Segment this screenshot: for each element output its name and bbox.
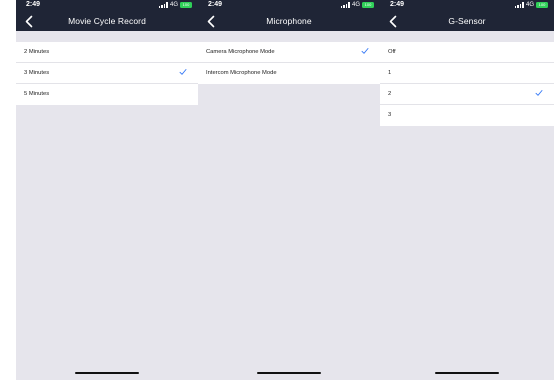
option-label: 5 Minutes bbox=[24, 91, 50, 97]
home-indicator bbox=[75, 372, 139, 374]
network-type: 4G bbox=[169, 2, 178, 8]
page-title: G-Sensor bbox=[448, 16, 486, 26]
options-list: 2 Minutes 3 Minutes 5 Minutes bbox=[16, 42, 198, 105]
option-label: 2 bbox=[388, 91, 392, 97]
navigation-bar: Microphone bbox=[198, 12, 380, 31]
checkmark-icon bbox=[361, 48, 369, 54]
status-bar: 2:49 4G 100 bbox=[380, 0, 554, 12]
network-type: 4G bbox=[351, 2, 360, 8]
home-indicator bbox=[257, 372, 321, 374]
battery-icon: 100 bbox=[180, 2, 192, 8]
signal-icon bbox=[158, 2, 168, 8]
checkmark-icon bbox=[179, 69, 187, 75]
page-title: Movie Cycle Record bbox=[68, 16, 146, 26]
status-time: 2:49 bbox=[390, 1, 405, 8]
navigation-bar: G-Sensor bbox=[380, 12, 554, 31]
option-label: Camera Microphone Mode bbox=[206, 49, 275, 55]
option-2[interactable]: 2 bbox=[380, 84, 554, 105]
page-title: Microphone bbox=[266, 16, 312, 26]
option-3[interactable]: 3 bbox=[380, 105, 554, 126]
signal-icon bbox=[514, 2, 524, 8]
option-off[interactable]: Off bbox=[380, 42, 554, 63]
option-1[interactable]: 1 bbox=[380, 63, 554, 84]
status-bar: 2:49 4G 100 bbox=[16, 0, 198, 12]
option-label: Intercom Microphone Mode bbox=[206, 70, 277, 76]
option-label: 3 Minutes bbox=[24, 70, 50, 76]
option-label: 2 Minutes bbox=[24, 49, 50, 55]
option-camera-microphone-mode[interactable]: Camera Microphone Mode bbox=[198, 42, 380, 63]
g-sensor-screen: 2:49 4G 100 G-Sensor Off 1 2 3 bbox=[380, 0, 554, 380]
status-time: 2:49 bbox=[26, 1, 41, 8]
movie-cycle-record-screen: 2:49 4G 100 Movie Cycle Record 2 Minutes… bbox=[16, 0, 198, 380]
status-bar: 2:49 4G 100 bbox=[198, 0, 380, 12]
checkmark-icon bbox=[535, 90, 543, 96]
battery-icon: 100 bbox=[362, 2, 374, 8]
option-intercom-microphone-mode[interactable]: Intercom Microphone Mode bbox=[198, 63, 380, 84]
signal-icon bbox=[340, 2, 350, 8]
option-3-minutes[interactable]: 3 Minutes bbox=[16, 63, 198, 84]
option-label: 1 bbox=[388, 70, 392, 76]
options-list: Camera Microphone Mode Intercom Micropho… bbox=[198, 42, 380, 84]
option-label: 3 bbox=[388, 112, 392, 118]
option-label: Off bbox=[388, 49, 396, 55]
microphone-screen: 2:49 4G 100 Microphone Camera Microphone… bbox=[198, 0, 380, 380]
option-5-minutes[interactable]: 5 Minutes bbox=[16, 84, 198, 105]
navigation-bar: Movie Cycle Record bbox=[16, 12, 198, 31]
option-2-minutes[interactable]: 2 Minutes bbox=[16, 42, 198, 63]
status-time: 2:49 bbox=[208, 1, 223, 8]
network-type: 4G bbox=[525, 2, 534, 8]
home-indicator bbox=[435, 372, 499, 374]
options-list: Off 1 2 3 bbox=[380, 42, 554, 126]
battery-icon: 100 bbox=[536, 2, 548, 8]
